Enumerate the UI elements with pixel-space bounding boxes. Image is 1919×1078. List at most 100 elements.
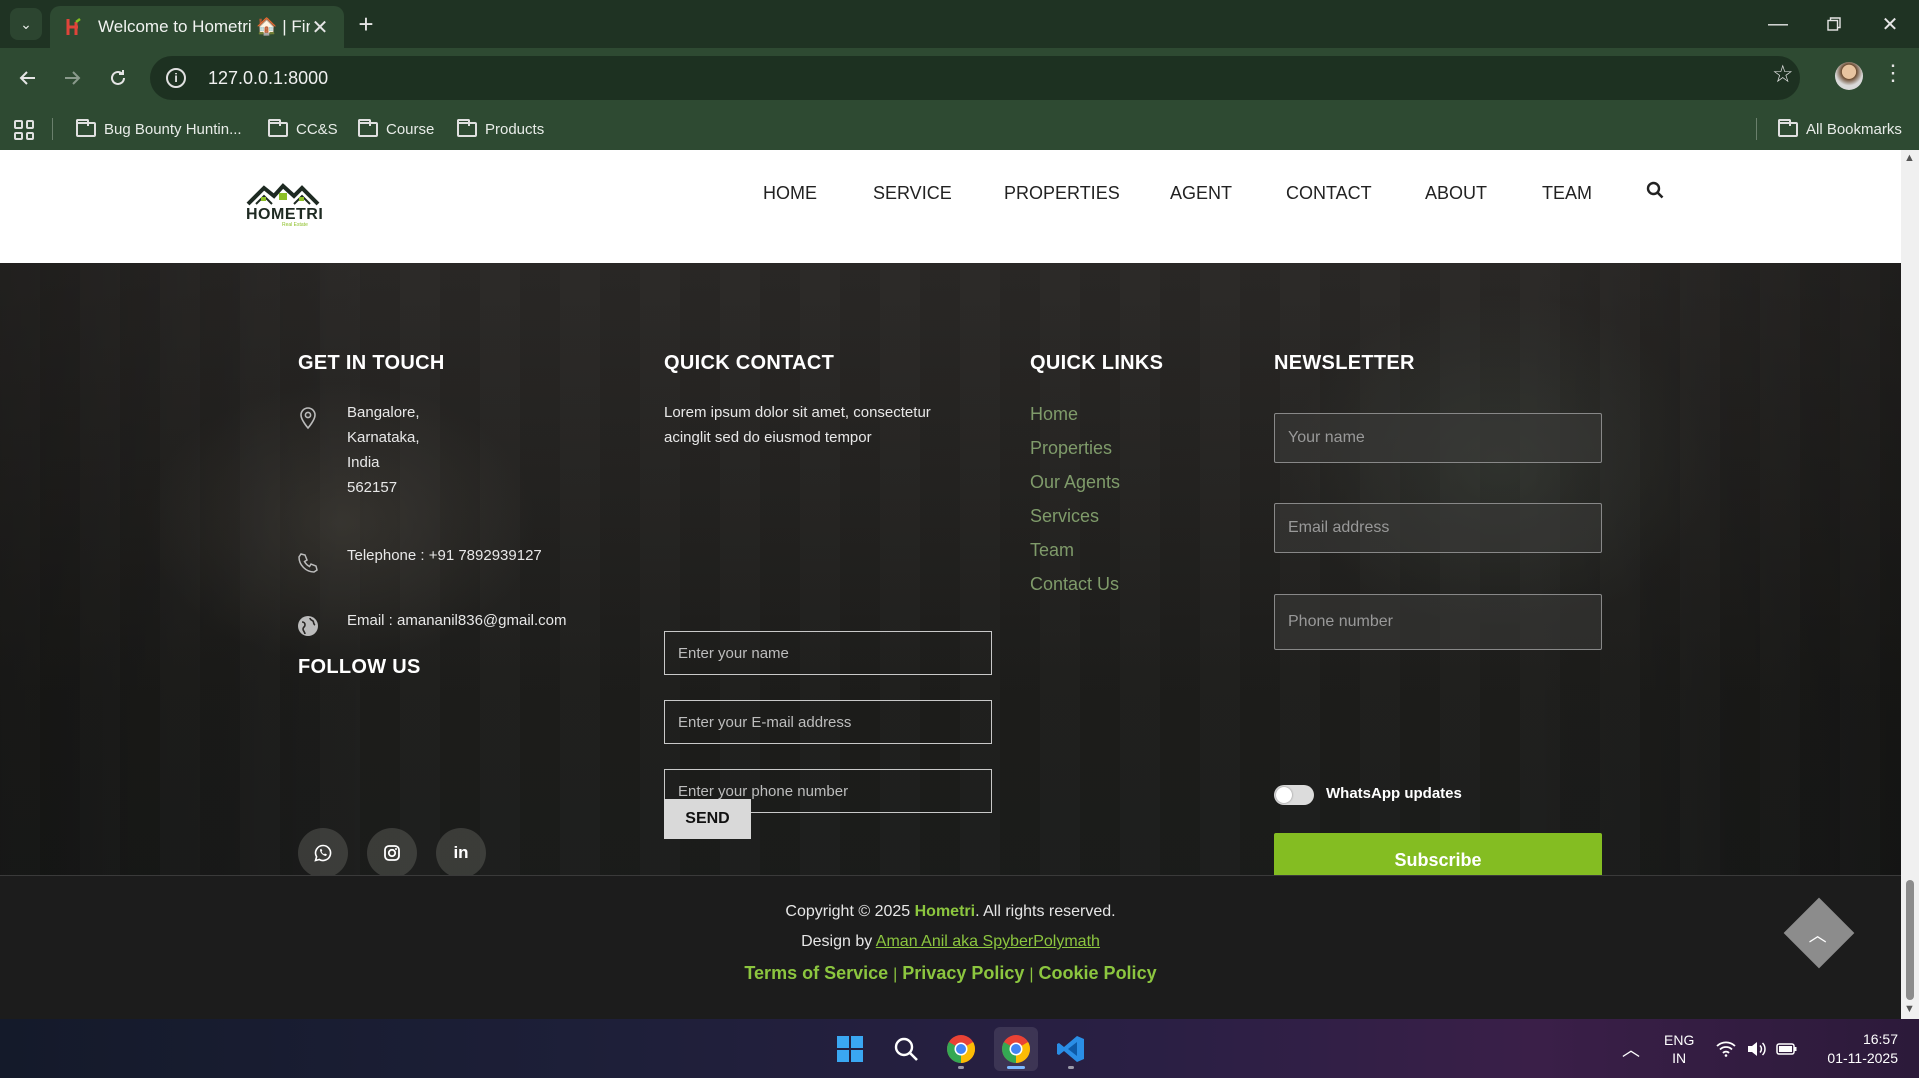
address-line: India <box>347 454 380 471</box>
show-hidden-icons-button[interactable]: ︿ <box>1622 1019 1640 1078</box>
taskbar-vscode-button[interactable] <box>1049 1027 1093 1071</box>
whatsapp-button[interactable] <box>298 828 348 878</box>
privacy-policy-link[interactable]: Privacy Policy <box>902 963 1024 983</box>
browser-tab-active[interactable]: Welcome to Hometri 🏠 | Find ✕ <box>50 6 344 48</box>
site-info-icon[interactable]: i <box>166 68 186 88</box>
address-line: Karnataka, <box>347 429 420 446</box>
description-line: Lorem ipsum dolor sit amet, consectetur <box>664 404 931 421</box>
bookmark-folder-course[interactable]: Course <box>358 116 434 142</box>
scroll-up-icon[interactable]: ▲ <box>1904 152 1915 164</box>
copyright-suffix: . All rights reserved. <box>975 903 1116 920</box>
whatsapp-updates-toggle[interactable] <box>1274 785 1314 805</box>
nav-service[interactable]: SERVICE <box>873 178 952 208</box>
url-text: 127.0.0.1:8000 <box>208 67 329 88</box>
cookie-policy-link[interactable]: Cookie Policy <box>1039 963 1157 983</box>
tab-close-icon[interactable]: ✕ <box>310 15 330 40</box>
chevron-down-icon: ⌄ <box>20 15 32 32</box>
restore-button[interactable] <box>1814 8 1854 40</box>
bookmark-folder-ccs[interactable]: CC&S <box>268 116 338 142</box>
quick-contact-email-input[interactable]: Enter your E-mail address <box>664 700 992 744</box>
nav-team[interactable]: TEAM <box>1542 178 1592 208</box>
send-button[interactable]: SEND <box>664 799 751 839</box>
newsletter-email-input[interactable]: Email address <box>1274 503 1602 553</box>
search-icon[interactable] <box>1646 181 1664 199</box>
divider: | <box>893 966 898 983</box>
newsletter-heading: NEWSLETTER <box>1274 352 1415 374</box>
start-button[interactable] <box>828 1027 872 1071</box>
quick-link-services[interactable]: Services <box>1030 506 1099 527</box>
quick-link-contact-us[interactable]: Contact Us <box>1030 574 1119 595</box>
forward-button[interactable] <box>56 62 88 94</box>
linkedin-button[interactable]: in <box>436 828 486 878</box>
quick-link-team[interactable]: Team <box>1030 540 1074 561</box>
reload-button[interactable] <box>102 62 134 94</box>
browser-menu-icon[interactable]: ⋮ <box>1882 60 1904 86</box>
browser-toolbar: i 127.0.0.1:8000 ☆ ⋮ <box>0 48 1919 108</box>
quick-contact-name-input[interactable]: Enter your name <box>664 631 992 675</box>
new-tab-button[interactable]: + <box>352 9 380 39</box>
taskbar-chrome-active-button[interactable] <box>994 1027 1038 1071</box>
taskbar-chrome-button[interactable] <box>939 1027 983 1071</box>
newsletter-name-input[interactable]: Your name <box>1274 413 1602 463</box>
system-tray-status[interactable] <box>1716 1019 1798 1078</box>
follow-us-heading: FOLLOW US <box>298 656 421 678</box>
nav-contact[interactable]: CONTACT <box>1286 178 1372 208</box>
terms-of-service-link[interactable]: Terms of Service <box>744 963 888 983</box>
nav-properties[interactable]: PROPERTIES <box>1004 178 1120 208</box>
chrome-icon <box>947 1035 975 1063</box>
instagram-button[interactable] <box>367 828 417 878</box>
taskbar-search-button[interactable] <box>884 1027 928 1071</box>
windows-taskbar: ︿ ENG IN 16:57 01-11-2025 <box>0 1019 1919 1078</box>
bookmarks-bar: Bug Bounty Huntin... CC&S Course Product… <box>0 108 1919 150</box>
nav-agent[interactable]: AGENT <box>1170 178 1232 208</box>
folder-icon <box>268 118 288 137</box>
region-code: IN <box>1672 1049 1687 1066</box>
design-prefix: Design by <box>801 933 876 950</box>
address-line: Bangalore, <box>347 404 420 421</box>
all-bookmarks-button[interactable]: All Bookmarks <box>1778 116 1902 142</box>
house-roof-icon <box>246 183 320 206</box>
newsletter-phone-input[interactable]: Phone number <box>1274 594 1602 650</box>
bookmarks-divider <box>52 118 53 140</box>
apps-grid-icon[interactable] <box>14 120 34 140</box>
input-language-indicator[interactable]: ENG IN <box>1664 1019 1694 1078</box>
divider: | <box>1029 966 1034 983</box>
whatsapp-icon <box>314 844 332 862</box>
get-in-touch-heading: GET IN TOUCH <box>298 352 445 374</box>
restore-icon <box>1827 17 1841 31</box>
chevron-up-icon: ︿ <box>1622 1039 1640 1060</box>
nav-home[interactable]: HOME <box>763 178 817 208</box>
bookmark-star-icon[interactable]: ☆ <box>1772 60 1794 89</box>
back-button[interactable] <box>12 62 44 94</box>
designer-link[interactable]: Aman Anil aka SpyberPolymath <box>876 933 1100 950</box>
quick-link-our-agents[interactable]: Our Agents <box>1030 472 1120 493</box>
scroll-down-icon[interactable]: ▼ <box>1904 1003 1915 1015</box>
address-bar[interactable]: i 127.0.0.1:8000 <box>150 56 1800 100</box>
quick-link-home[interactable]: Home <box>1030 404 1078 425</box>
bookmark-label: CC&S <box>296 120 338 138</box>
scrollbar-thumb[interactable] <box>1906 880 1914 1000</box>
arrow-right-icon <box>65 71 81 85</box>
bookmark-folder-products[interactable]: Products <box>457 116 544 142</box>
site-favicon-icon <box>64 17 84 37</box>
chevron-up-icon: ︿ <box>1808 925 1827 946</box>
tab-title: Welcome to Hometri 🏠 | Find <box>98 17 310 36</box>
page-scrollbar[interactable]: ▲ ▼ <box>1901 150 1919 1019</box>
close-window-button[interactable]: ✕ <box>1870 8 1910 40</box>
folder-icon <box>76 118 96 137</box>
quick-link-properties[interactable]: Properties <box>1030 438 1112 459</box>
bookmarks-divider <box>1756 118 1757 140</box>
tab-search-button[interactable]: ⌄ <box>10 8 42 40</box>
minimize-button[interactable]: — <box>1758 8 1798 40</box>
clock-time: 16:57 <box>1862 1030 1898 1047</box>
bookmark-folder-bug-bounty[interactable]: Bug Bounty Huntin... <box>76 116 242 142</box>
design-credit-line: Design by Aman Anil aka SpyberPolymath <box>0 933 1901 951</box>
profile-avatar[interactable] <box>1835 62 1863 90</box>
email-text[interactable]: Email : amananil836@gmail.com <box>347 608 567 633</box>
site-footer: GET IN TOUCH Bangalore, Karnataka, India… <box>0 263 1901 887</box>
clock[interactable]: 16:57 01-11-2025 <box>1818 1019 1898 1078</box>
site-logo[interactable]: HOMETRI Real Estate <box>246 182 323 228</box>
bookmark-label: Bug Bounty Huntin... <box>104 120 242 138</box>
arrow-left-icon <box>19 71 35 85</box>
nav-about[interactable]: ABOUT <box>1425 178 1487 208</box>
